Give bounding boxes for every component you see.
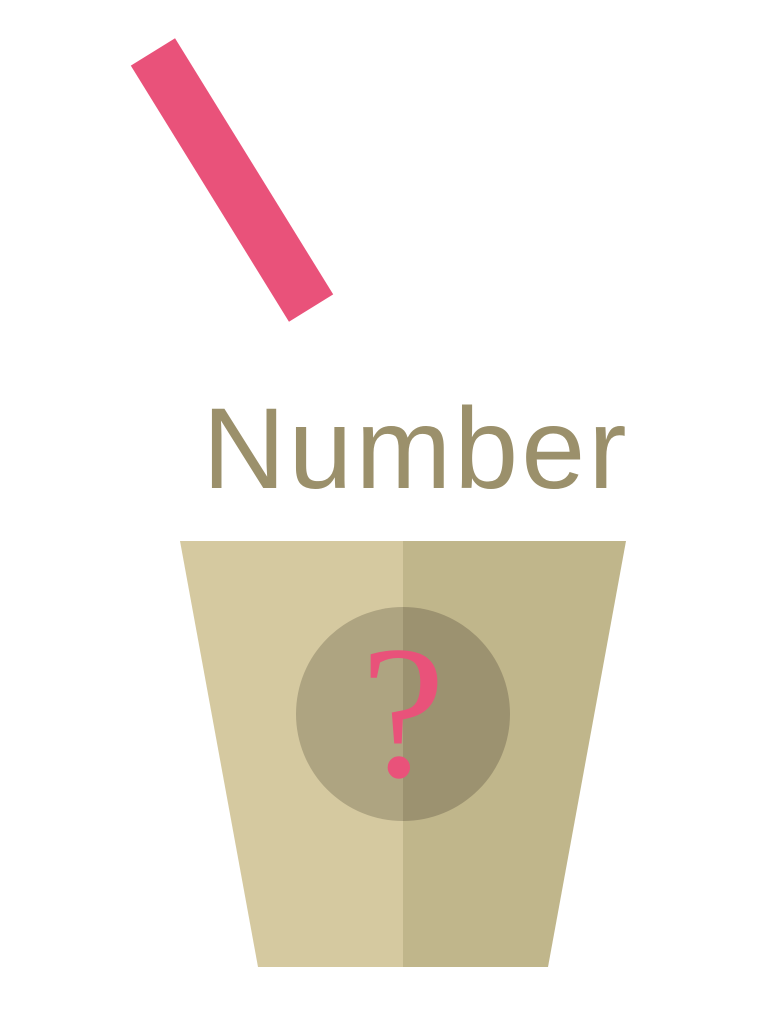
answer-question-mark: ? (361, 608, 445, 818)
game-scene: Number ? (0, 0, 768, 1024)
level-title: Number (202, 385, 629, 513)
question-badge-icon[interactable]: ? (296, 607, 510, 821)
cup-icon[interactable]: ? (180, 541, 626, 967)
